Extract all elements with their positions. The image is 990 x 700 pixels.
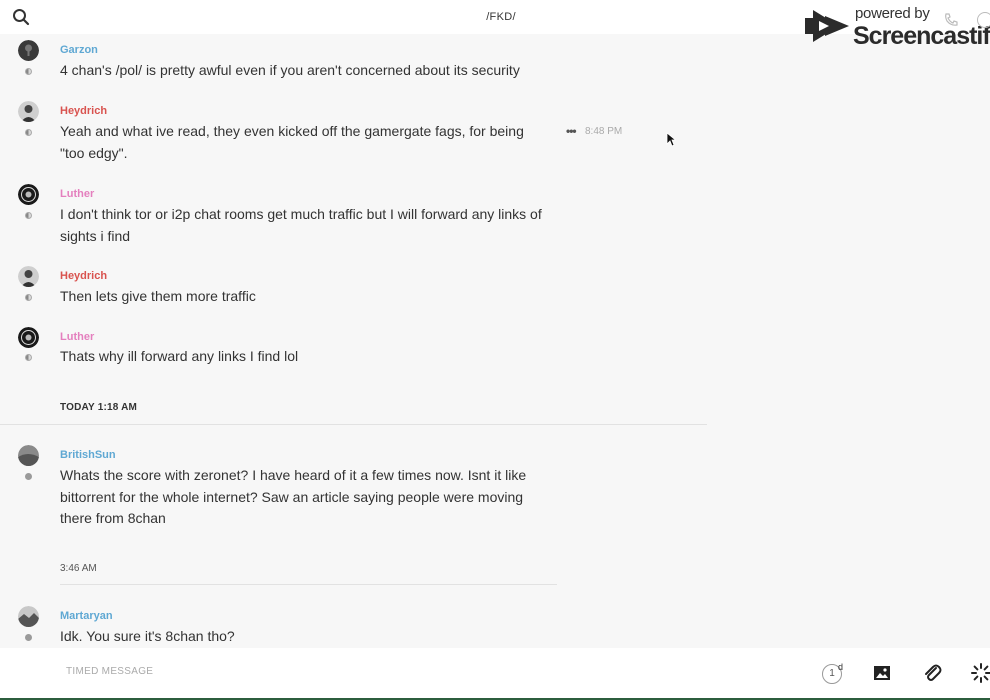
- timer-unit-label: d: [838, 662, 844, 672]
- status-indicator: [25, 129, 32, 136]
- message-more-button[interactable]: •••: [566, 124, 577, 138]
- watermark-powered-by: powered by: [855, 5, 930, 22]
- status-indicator: [25, 634, 32, 641]
- message-text: 4 chan's /pol/ is pretty awful even if y…: [60, 62, 520, 78]
- avatar: [18, 184, 39, 205]
- time-separator-label: 3:46 AM: [60, 563, 97, 574]
- message-timestamp: 8:48 PM: [585, 126, 623, 137]
- status-indicator: [25, 354, 32, 361]
- chat-app: /FKD/ powered by Screencastify Garzon 4 …: [0, 0, 990, 700]
- message-author[interactable]: Garzon: [60, 44, 98, 56]
- status-indicator: [25, 294, 32, 301]
- day-divider: [0, 424, 707, 425]
- message-input[interactable]: [66, 666, 666, 677]
- avatar: [18, 606, 39, 627]
- message-text: I don't think tor or i2p chat rooms get …: [60, 206, 542, 244]
- status-indicator: [25, 212, 32, 219]
- status-indicator: [25, 473, 32, 480]
- avatar: [18, 101, 39, 122]
- message-text: Yeah and what ive read, they even kicked…: [60, 123, 524, 161]
- message-text: Thats why ill forward any links I find l…: [60, 348, 299, 364]
- message-list: Garzon 4 chan's /pol/ is pretty awful ev…: [0, 34, 990, 648]
- message-text: Whats the score with zeronet? I have hea…: [60, 467, 527, 526]
- message-author[interactable]: Luther: [60, 188, 94, 200]
- image-icon[interactable]: [871, 662, 893, 684]
- loading-spinner-icon[interactable]: [970, 662, 990, 684]
- message-author[interactable]: Heydrich: [60, 270, 107, 282]
- avatar: [18, 445, 39, 466]
- message-text: Then lets give them more traffic: [60, 288, 256, 304]
- message-author[interactable]: BritishSun: [60, 449, 116, 461]
- message-author[interactable]: Luther: [60, 331, 94, 343]
- avatar: [18, 327, 39, 348]
- status-indicator: [25, 68, 32, 75]
- composer-bar: 1 d: [0, 648, 990, 700]
- message-text: Idk. You sure it's 8chan tho?: [60, 628, 235, 644]
- mouse-cursor-icon: [666, 132, 676, 147]
- day-separator-label: TODAY 1:18 AM: [60, 402, 138, 413]
- avatar: [18, 266, 39, 287]
- attachment-icon[interactable]: [921, 662, 943, 684]
- time-divider: [60, 584, 557, 585]
- message-author[interactable]: Martaryan: [60, 610, 113, 622]
- avatar: [18, 40, 39, 61]
- info-icon[interactable]: [977, 12, 990, 28]
- message-author[interactable]: Heydrich: [60, 105, 107, 117]
- phone-icon[interactable]: [943, 12, 959, 28]
